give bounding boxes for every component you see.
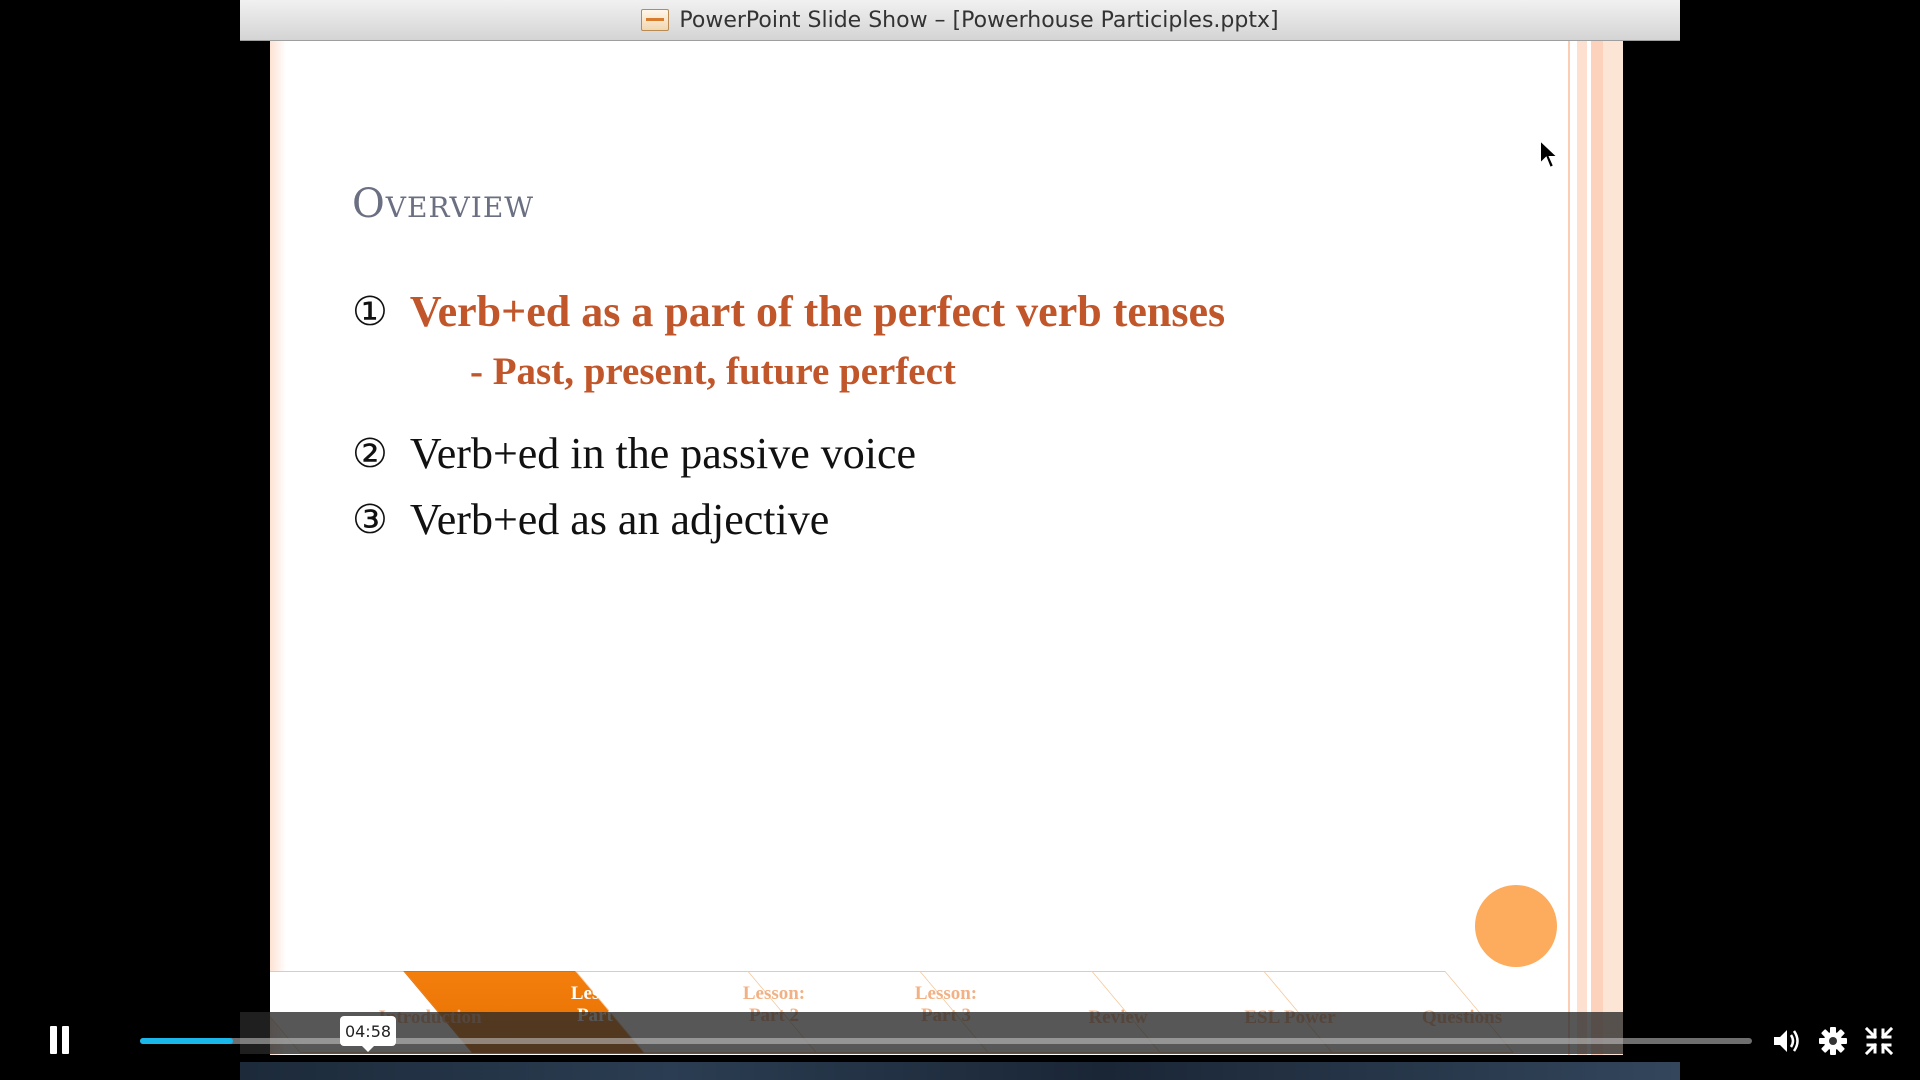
bullet-text: Verb+ed as a part of the perfect verb te… — [409, 287, 1226, 336]
bullet-number: ② — [352, 430, 388, 477]
sub-bullet: - Past, present, future perfect — [470, 350, 956, 393]
bullet-2: ② Verb+ed in the passive voice — [352, 428, 916, 479]
settings-icon[interactable] — [1817, 1025, 1849, 1057]
slide-border-stripes — [1563, 41, 1623, 1055]
time-tooltip: 04:58 — [340, 1016, 396, 1052]
slide[interactable]: Overview ① Verb+ed as a part of the perf… — [270, 41, 1623, 1055]
seek-bar[interactable]: 04:58 — [140, 1016, 1752, 1052]
exit-fullscreen-icon[interactable] — [1863, 1025, 1895, 1057]
bullet-text: Verb+ed as an adjective — [409, 495, 830, 544]
pause-icon[interactable] — [48, 1026, 72, 1054]
seek-bar-progress — [140, 1038, 234, 1044]
slide-title: Overview — [352, 181, 535, 227]
bullet-1: ① Verb+ed as a part of the perfect verb … — [352, 286, 1225, 337]
video-player-controls: 04:58 — [0, 1012, 1920, 1066]
window-title: PowerPoint Slide Show – [Powerhouse Part… — [679, 7, 1279, 33]
window-titlebar: PowerPoint Slide Show – [Powerhouse Part… — [240, 0, 1680, 41]
bullet-number: ① — [352, 288, 388, 335]
bullet-number: ③ — [352, 496, 388, 543]
mouse-cursor-icon — [1539, 138, 1560, 170]
volume-icon[interactable] — [1770, 1025, 1802, 1057]
decorative-orange-circle — [1475, 885, 1557, 967]
controls-overlay — [240, 1012, 1623, 1054]
bullet-text: Verb+ed in the passive voice — [409, 429, 917, 478]
bullet-3: ③ Verb+ed as an adjective — [352, 494, 829, 545]
powerpoint-doc-icon — [641, 9, 670, 31]
